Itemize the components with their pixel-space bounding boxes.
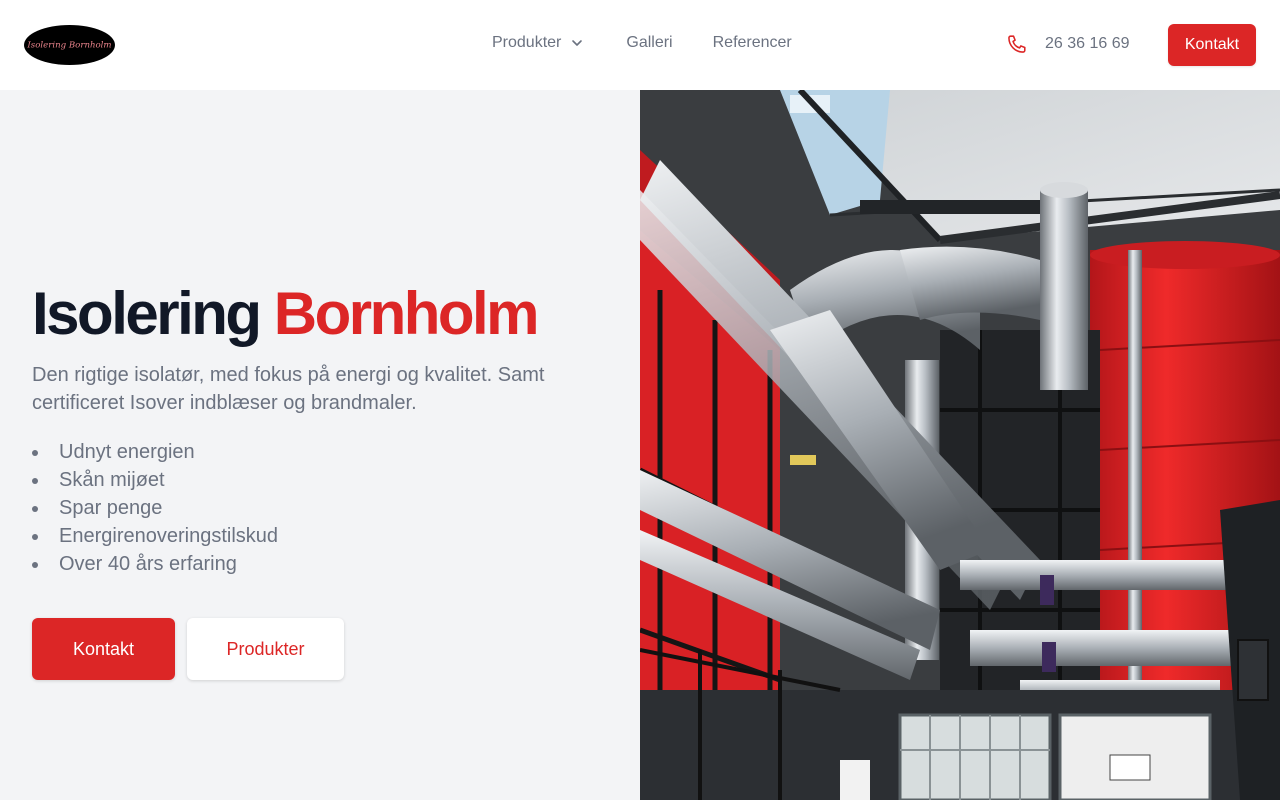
list-item: Spar penge [32, 494, 278, 522]
hero-subtitle: Den rigtige isolatør, med fokus på energ… [32, 364, 545, 414]
nav-item-label: Produkter [492, 34, 562, 51]
chevron-down-icon [570, 36, 584, 50]
site-header: Isolering Bornholm Produkter Galleri Ref… [0, 0, 1280, 90]
phone-number: 26 36 16 69 [1045, 35, 1130, 52]
list-item: Energirenoveringstilskud [32, 522, 278, 550]
nav-item-produkter[interactable]: Produkter [492, 34, 584, 52]
nav-item-label: Galleri [626, 34, 673, 51]
list-item: Udnyt energien [32, 438, 278, 466]
header-kontakt-button[interactable]: Kontakt [1168, 24, 1256, 66]
feature-list: Udnyt energien Skån mijøet Spar penge En… [32, 438, 278, 578]
logo-text: Isolering Bornholm [26, 41, 111, 51]
list-item: Over 40 års erfaring [32, 550, 278, 578]
hero-kontakt-button[interactable]: Kontakt [32, 618, 175, 680]
phone-link[interactable]: 26 36 16 69 [1006, 33, 1130, 55]
list-item: Skån mijøet [32, 466, 278, 494]
hero-title: Isolering Bornholm [32, 280, 540, 347]
hero-title-accent: Bornholm [273, 280, 540, 347]
nav-item-label: Referencer [712, 34, 792, 51]
hero-produkter-button[interactable]: Produkter [187, 618, 344, 680]
hero-section: Isolering Bornholm Den rigtige isolatør,… [0, 90, 640, 800]
main-nav: Produkter Galleri Referencer [492, 34, 792, 52]
hero-title-main: Isolering [32, 280, 262, 347]
nav-item-referencer[interactable]: Referencer [713, 34, 792, 52]
logo[interactable]: Isolering Bornholm [24, 25, 115, 65]
hero-image [640, 90, 1280, 800]
phone-icon [1006, 33, 1028, 55]
nav-item-galleri[interactable]: Galleri [626, 34, 672, 52]
